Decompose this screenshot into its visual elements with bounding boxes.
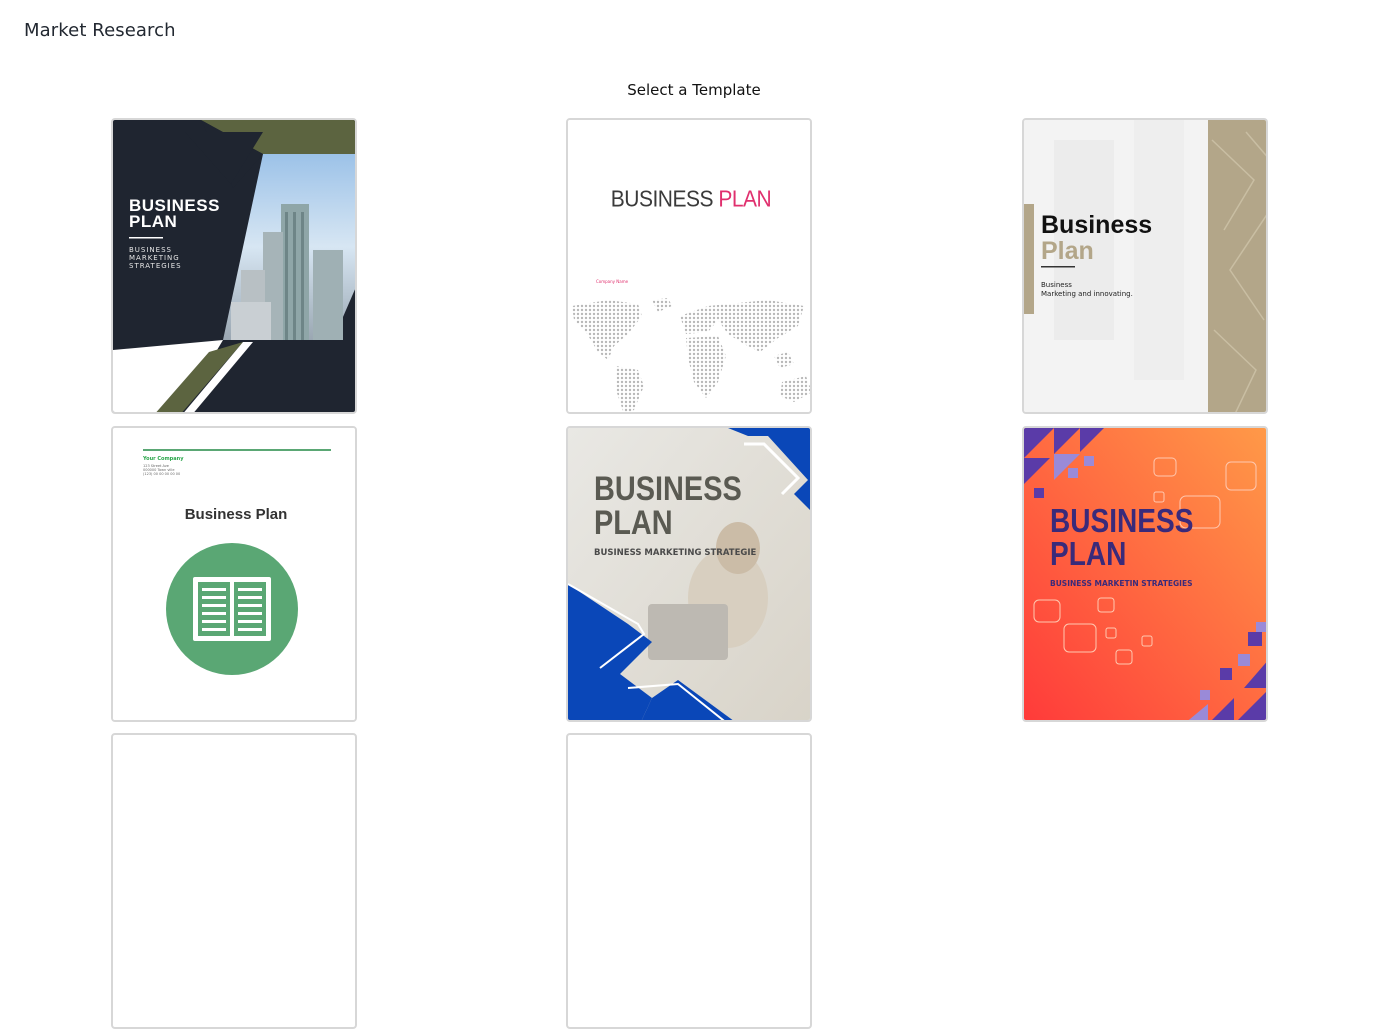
template-1-subtitle: BUSINESS MARKETING STRATEGIES [129,246,182,270]
template-card-2[interactable]: BUSINESS PLAN Company Name [566,118,812,414]
template-2-title-part2: PLAN [718,186,772,213]
template-3-title-line2: Plan [1041,237,1094,265]
book-icon [193,577,271,641]
page-title: Market Research [24,20,176,41]
template-card-1[interactable]: BUSINESS PLAN BUSINESS MARKETING STRATEG… [111,118,357,414]
template-1-title-line2: PLAN [129,212,178,231]
template-3-artwork [1024,120,1266,412]
template-5-title: BUSINESS PLAN [594,470,742,542]
template-2-company: Company Name [596,279,629,284]
template-6-artwork [1024,428,1266,720]
template-card-4[interactable]: Your Company 123 Street Ave 000000 Town … [111,426,357,722]
template-5-subtitle: BUSINESS MARKETING STRATEGIE [594,548,757,558]
template-3-title-line1: Business [1041,211,1153,239]
template-3-subtitle: Business Marketing and innovating. [1041,281,1133,298]
select-template-heading: Select a Template [627,81,761,99]
template-card-7[interactable] [111,733,357,1029]
template-4-title: Business Plan [184,506,288,523]
template-2-title: BUSINESS PLAN [568,186,810,213]
template-card-5[interactable]: BUSINESS PLAN BUSINESS MARKETING STRATEG… [566,426,812,722]
template-4-company: Your Company [143,456,184,462]
template-card-8[interactable] [566,733,812,1029]
template-6-title: BUSINESS PLAN [1050,502,1194,572]
template-card-6[interactable]: BUSINESS PLAN BUSINESS MARKETIN STRATEGI… [1022,426,1268,722]
template-4-address: 123 Street Ave 000000 Town ville (123) 0… [143,464,181,476]
template-card-3[interactable]: Business Plan Business Marketing and inn… [1022,118,1268,414]
template-2-world-map [568,120,810,412]
template-6-subtitle: BUSINESS MARKETIN STRATEGIES [1050,579,1193,588]
template-2-title-part1: BUSINESS [610,186,719,213]
